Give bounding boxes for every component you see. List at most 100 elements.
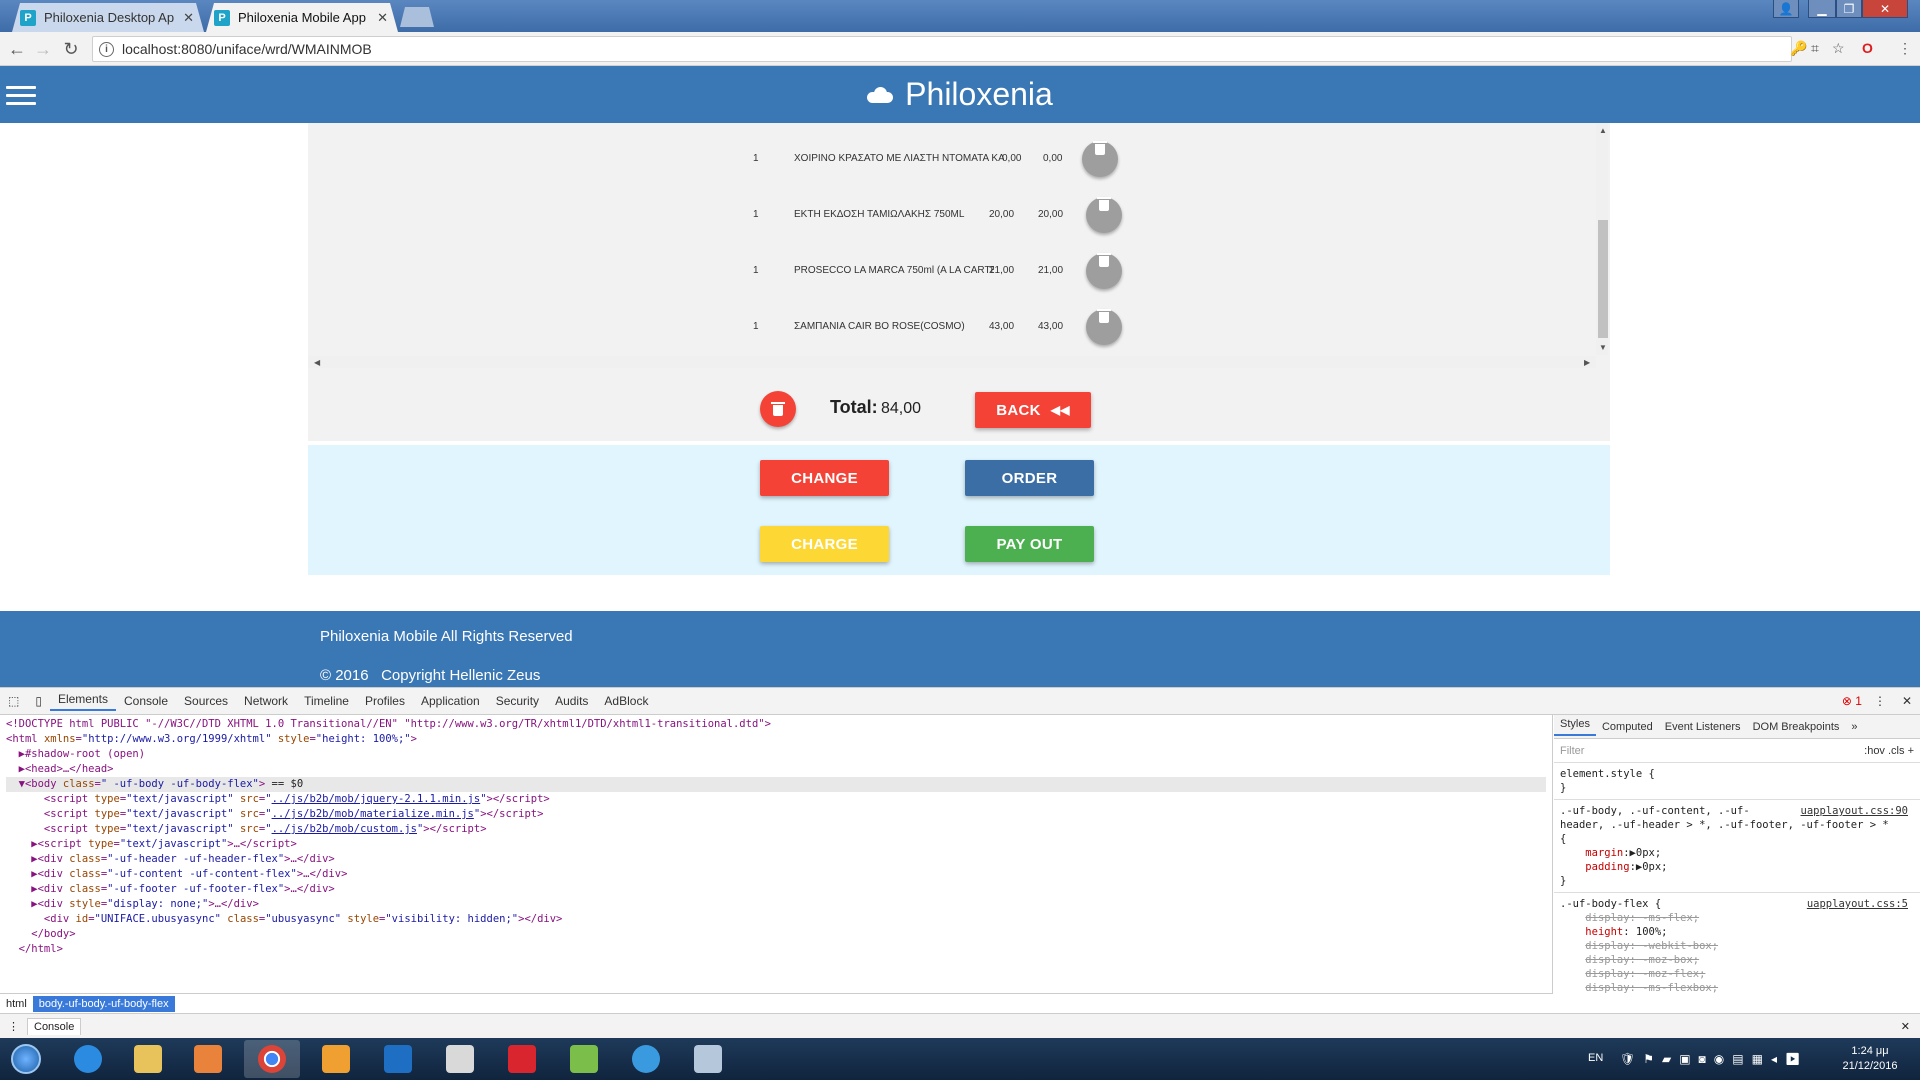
- style-rule[interactable]: uapplayout.css:90 .-uf-body, .-uf-content…: [1554, 800, 1920, 893]
- dom-line[interactable]: <div id="UNIFACE.ubusyasync" class="ubus…: [6, 912, 1546, 927]
- tab-network[interactable]: Network: [236, 694, 296, 708]
- tab-styles[interactable]: Styles: [1554, 718, 1596, 736]
- reload-icon[interactable]: ↻: [60, 38, 82, 60]
- network-globe-icon[interactable]: [618, 1040, 674, 1078]
- change-button[interactable]: CHANGE: [760, 460, 889, 496]
- tab-security[interactable]: Security: [488, 694, 547, 708]
- dom-line[interactable]: <html xmlns="http://www.w3.org/1999/xhtm…: [6, 732, 1546, 747]
- more-tabs-icon[interactable]: »: [1845, 721, 1863, 733]
- close-window-button[interactable]: ✕: [1862, 0, 1908, 18]
- language-indicator[interactable]: EN: [1588, 1052, 1603, 1064]
- opera-extension-icon[interactable]: O: [1862, 40, 1873, 56]
- minimize-button[interactable]: ▁: [1808, 0, 1836, 18]
- dom-line[interactable]: ▶#shadow-root (open): [6, 747, 1546, 762]
- file-explorer-icon[interactable]: [120, 1040, 176, 1078]
- key-icon[interactable]: 🔑: [1790, 40, 1807, 57]
- dom-line[interactable]: <!DOCTYPE html PUBLIC "-//W3C//DTD XHTML…: [6, 717, 1546, 732]
- tab-application[interactable]: Application: [413, 694, 488, 708]
- dom-line[interactable]: <script type="text/javascript" src="../j…: [6, 822, 1546, 837]
- dom-line[interactable]: </body>: [6, 927, 1546, 942]
- style-rule[interactable]: element.style { }: [1554, 763, 1920, 800]
- dom-line[interactable]: ▶<div style="display: none;">…</div>: [6, 897, 1546, 912]
- translate-icon[interactable]: ⌗: [1811, 40, 1819, 57]
- tab-console[interactable]: Console: [116, 694, 176, 708]
- snipping-tool-icon[interactable]: [432, 1040, 488, 1078]
- pay-out-button[interactable]: PAY OUT: [965, 526, 1094, 562]
- scroll-down-arrow-icon[interactable]: ▼: [1599, 343, 1607, 352]
- dom-line[interactable]: ▶<script type="text/javascript">…</scrip…: [6, 837, 1546, 852]
- delete-item-button[interactable]: [1086, 253, 1122, 289]
- dom-tree[interactable]: <!DOCTYPE html PUBLIC "-//W3C//DTD XHTML…: [0, 715, 1553, 993]
- back-button[interactable]: BACK ◀◀: [975, 392, 1091, 428]
- tab-dom-breakpoints[interactable]: DOM Breakpoints: [1747, 721, 1846, 733]
- style-rule[interactable]: uapplayout.css:5 .-uf-body-flex { display…: [1554, 893, 1920, 999]
- forward-arrow-icon[interactable]: →: [32, 38, 54, 60]
- new-tab-button[interactable]: [400, 7, 434, 27]
- info-icon[interactable]: i: [99, 41, 114, 57]
- outlook-icon[interactable]: [308, 1040, 364, 1078]
- scroll-up-arrow-icon[interactable]: ▲: [1599, 126, 1607, 135]
- filter-input[interactable]: Filter: [1560, 745, 1584, 757]
- tab-computed[interactable]: Computed: [1596, 721, 1659, 733]
- profile-icon[interactable]: 👤: [1773, 0, 1799, 18]
- breadcrumb-html[interactable]: html: [0, 996, 33, 1012]
- scroll-left-arrow-icon[interactable]: ◀: [314, 358, 320, 367]
- taskbar-clock[interactable]: 1:24 μμ 21/12/2016: [1835, 1044, 1905, 1074]
- maximize-button[interactable]: ❐: [1836, 0, 1862, 18]
- order-button[interactable]: ORDER: [965, 460, 1094, 496]
- menu-dots-icon[interactable]: ⋮: [1898, 40, 1912, 57]
- tab-close-icon[interactable]: ✕: [183, 10, 194, 26]
- device-mode-icon[interactable]: ▯: [27, 694, 50, 708]
- dom-line[interactable]: <script type="text/javascript" src="../j…: [6, 792, 1546, 807]
- inspect-element-icon[interactable]: ⬚: [0, 694, 27, 708]
- style-source-link[interactable]: uapplayout.css:5: [1807, 897, 1908, 911]
- delete-item-button[interactable]: [1086, 309, 1122, 345]
- paint-icon[interactable]: [680, 1040, 736, 1078]
- back-arrow-icon[interactable]: ←: [6, 38, 28, 60]
- charge-button[interactable]: CHARGE: [760, 526, 889, 562]
- tab-audits[interactable]: Audits: [547, 694, 596, 708]
- drawer-close-icon[interactable]: ✕: [1891, 1020, 1920, 1033]
- delete-item-button[interactable]: [1086, 197, 1122, 233]
- console-drawer-tab[interactable]: Console: [27, 1017, 82, 1035]
- breadcrumb-body[interactable]: body.-uf-body.-uf-body-flex: [32, 995, 175, 1012]
- delete-all-button[interactable]: [760, 391, 796, 427]
- tab-desktop-app[interactable]: P Philoxenia Desktop Appl ✕: [12, 3, 204, 32]
- internet-explorer-icon[interactable]: [60, 1040, 116, 1078]
- dom-line[interactable]: ▶<head>…</head>: [6, 762, 1546, 777]
- pdf-app-icon[interactable]: [494, 1040, 550, 1078]
- notepad-plus-icon[interactable]: [556, 1040, 612, 1078]
- dom-line[interactable]: <script type="text/javascript" src="../j…: [6, 807, 1546, 822]
- cls-toggle[interactable]: .cls: [1888, 745, 1905, 757]
- dom-line[interactable]: ▶<div class="-uf-footer -uf-footer-flex"…: [6, 882, 1546, 897]
- delete-item-button[interactable]: [1082, 141, 1118, 177]
- tab-event-listeners[interactable]: Event Listeners: [1659, 721, 1747, 733]
- dom-line[interactable]: </html>: [6, 942, 1546, 957]
- drawer-menu-icon[interactable]: ⋮: [0, 1020, 27, 1033]
- system-tray-icons[interactable]: 🛡⚑▰▣◙◉▤▦◂▶: [1620, 1052, 1808, 1066]
- tab-mobile-app[interactable]: P Philoxenia Mobile App ✕: [206, 3, 398, 32]
- tab-sources[interactable]: Sources: [176, 694, 236, 708]
- tab-profiles[interactable]: Profiles: [357, 694, 413, 708]
- horizontal-scrollbar[interactable]: [308, 356, 1596, 368]
- chrome-icon[interactable]: [244, 1040, 300, 1078]
- dom-line[interactable]: ▶<div class="-uf-header -uf-header-flex"…: [6, 852, 1546, 867]
- tab-timeline[interactable]: Timeline: [296, 694, 357, 708]
- styles-filter[interactable]: Filter :hov .cls +: [1554, 739, 1920, 763]
- error-badge[interactable]: ⊗ 1: [1838, 694, 1866, 708]
- media-player-icon[interactable]: [180, 1040, 236, 1078]
- bookmark-star-icon[interactable]: ☆: [1832, 40, 1845, 57]
- scroll-right-arrow-icon[interactable]: ▶: [1584, 358, 1590, 367]
- scrollbar-thumb[interactable]: [1598, 220, 1608, 338]
- add-rule-icon[interactable]: +: [1908, 745, 1914, 757]
- dom-line[interactable]: ▶<div class="-uf-content -uf-content-fle…: [6, 867, 1546, 882]
- hov-toggle[interactable]: :hov: [1864, 745, 1885, 757]
- devtools-close-icon[interactable]: ✕: [1894, 694, 1920, 708]
- tab-adblock[interactable]: AdBlock: [596, 694, 656, 708]
- tab-elements[interactable]: Elements: [49, 692, 116, 711]
- devtools-menu-icon[interactable]: ⋮: [1866, 694, 1894, 708]
- address-bar[interactable]: i localhost:8080/uniface/wrd/WMAINMOB: [92, 36, 1792, 62]
- style-source-link[interactable]: uapplayout.css:90: [1801, 804, 1908, 818]
- visual-studio-icon[interactable]: [370, 1040, 426, 1078]
- tab-close-icon[interactable]: ✕: [377, 10, 388, 26]
